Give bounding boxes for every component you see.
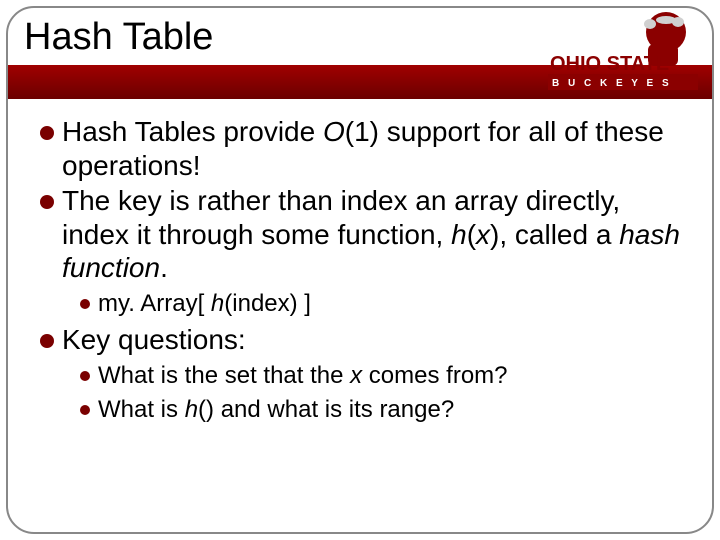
bullet-text: What is h() and what is its range? xyxy=(98,395,454,425)
bullet-text: Hash Tables provide O(1) support for all… xyxy=(62,115,684,182)
bullet-text: Key questions: xyxy=(62,323,246,357)
bullet-text: my. Array[ h(index) ] xyxy=(98,289,311,319)
logo-text-ohiostate: OHIO STATE xyxy=(550,53,669,75)
bullet-dot-icon xyxy=(80,299,90,309)
bullet-level-2: What is the set that the x comes from? xyxy=(80,361,684,391)
bullet-dot-icon xyxy=(80,371,90,381)
bullet-level-2: What is h() and what is its range? xyxy=(80,395,684,425)
bullet-dot-icon xyxy=(40,126,54,140)
slide-frame: Hash Table OHIO STATE B U C K E Y E S Ha… xyxy=(6,6,714,534)
bullet-dot-icon xyxy=(40,195,54,209)
bullet-text: The key is rather than index an array di… xyxy=(62,184,684,285)
bullet-dot-icon xyxy=(80,405,90,415)
bullet-level-2: my. Array[ h(index) ] xyxy=(80,289,684,319)
bullet-text: What is the set that the x comes from? xyxy=(98,361,508,391)
logo-text-buckeyes: B U C K E Y E S xyxy=(552,78,672,89)
buckeyes-logo-icon: OHIO STATE B U C K E Y E S xyxy=(548,10,698,98)
ohio-state-logo: OHIO STATE B U C K E Y E S xyxy=(548,10,698,98)
bullet-level-1: The key is rather than index an array di… xyxy=(40,184,684,285)
bullet-level-1: Key questions: xyxy=(40,323,684,357)
content-area: Hash Tables provide O(1) support for all… xyxy=(8,99,712,437)
bullet-level-1: Hash Tables provide O(1) support for all… xyxy=(40,115,684,182)
bullet-dot-icon xyxy=(40,334,54,348)
